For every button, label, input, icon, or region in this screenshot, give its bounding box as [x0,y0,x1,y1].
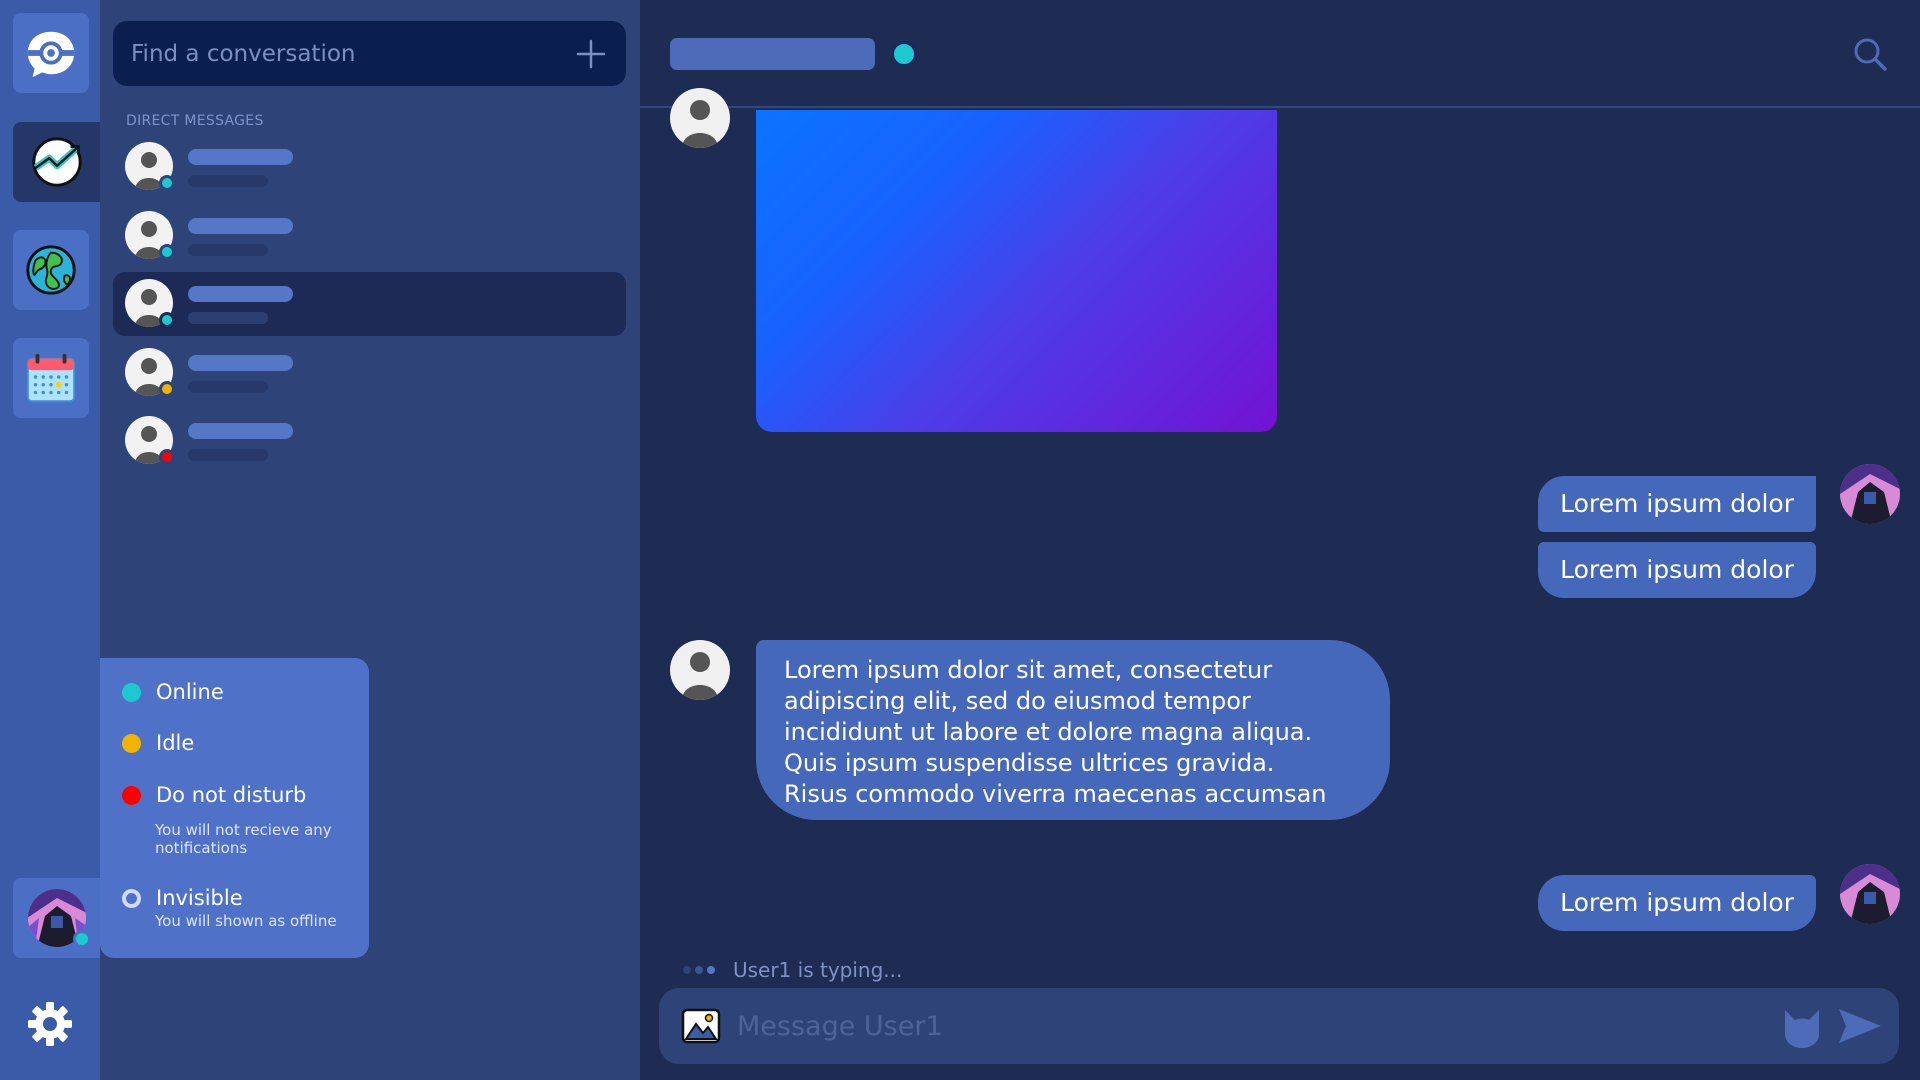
shared-image[interactable] [756,110,1277,432]
gear-icon[interactable] [26,1000,74,1048]
image-upload-icon[interactable] [681,1006,721,1046]
status-option-invisible[interactable]: Invisible [122,886,243,910]
home-button[interactable] [13,13,89,93]
name-placeholder [188,423,293,439]
status-label: Online [156,680,224,704]
dnd-description: You will not recieve any notifications [155,821,332,857]
name-placeholder [188,217,293,234]
invisible-ring [122,889,141,908]
message-input[interactable] [737,1003,1737,1049]
preview-placeholder [188,380,268,393]
status-option-idle[interactable]: Idle [122,731,194,755]
activity-icon [31,137,82,187]
new-conversation-plus-icon[interactable] [574,37,608,71]
find-conversation-input[interactable] [131,40,574,67]
typing-indicator: User1 is typing... [683,958,902,982]
conversation-name-placeholder [670,38,875,70]
status-option-dnd[interactable]: Do not disturb [122,783,306,807]
idle-dot [122,734,141,753]
chat-logo-icon [27,31,75,78]
globe-icon [26,245,76,295]
status-dot [159,175,175,191]
dm-conversation-item[interactable] [113,341,626,405]
typing-text: User1 is typing... [733,958,903,982]
preview-placeholder [188,449,268,461]
find-conversation-box [113,21,626,86]
avatar [670,640,730,700]
status-dot [159,449,175,465]
direct-messages-heading: DIRECT MESSAGES [126,113,264,129]
status-dot [159,312,175,328]
status-label: Do not disturb [156,783,307,807]
user-status-dot [73,930,91,948]
dm-conversation-item[interactable] [113,272,626,336]
dm-conversation-item[interactable] [113,204,626,268]
name-placeholder [188,286,293,302]
dm-conversation-item[interactable] [113,409,626,473]
emoji-picker-icon[interactable] [1779,1004,1825,1050]
search-icon[interactable] [1852,36,1888,72]
chat-header [640,0,1920,108]
message-bubble-outgoing: Lorem ipsum dolor [1538,875,1816,931]
avatar [670,88,730,148]
dnd-dot [122,786,141,805]
status-label: Idle [156,731,195,755]
conversation-status-dot [891,41,917,67]
calendar-icon [26,353,76,403]
server-rail [0,0,100,1080]
online-dot [122,683,141,702]
message-bubble-outgoing: Lorem ipsum dolor [1538,476,1816,532]
send-icon[interactable] [1837,1006,1883,1046]
message-composer [659,988,1899,1064]
avatar [1840,864,1900,924]
message-list: Lorem ipsum dolor Lorem ipsum dolor Lore… [640,88,1920,980]
invisible-description: You will shown as offline [155,912,337,930]
status-dot [159,380,175,397]
preview-placeholder [188,175,268,187]
name-placeholder [188,149,293,165]
status-label: Invisible [156,886,243,910]
status-dot [159,243,175,260]
calendar-button[interactable] [13,338,89,418]
user-avatar-button[interactable] [13,878,100,958]
message-bubble-outgoing: Lorem ipsum dolor [1538,542,1816,598]
preview-placeholder [188,312,268,324]
avatar [1840,464,1900,524]
name-placeholder [188,354,293,371]
explore-button[interactable] [13,230,89,310]
preview-placeholder [188,243,268,256]
dm-conversation-item[interactable] [113,135,626,199]
message-bubble-incoming: Lorem ipsum dolor sit amet, consectetur … [756,640,1390,820]
status-option-online[interactable]: Online [122,680,224,704]
activity-button[interactable] [13,122,100,202]
status-menu: Online Idle Do not disturb You will not … [100,658,369,958]
